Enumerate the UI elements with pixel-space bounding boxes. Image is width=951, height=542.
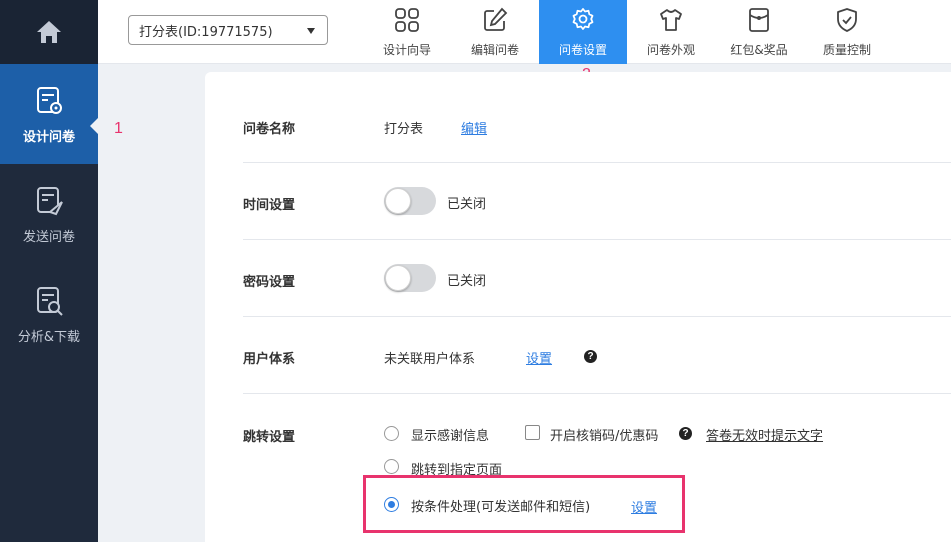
top-toolbar: 打分表(ID:19771575) 设计向导 编辑问卷 问卷设置 问卷外观 红包&…	[98, 0, 951, 64]
password-toggle[interactable]	[384, 264, 436, 292]
settings-panel: 问卷名称 打分表 编辑 时间设置 已关闭 密码设置 已关闭 用户体系 未关联用户…	[205, 72, 951, 542]
password-status: 已关闭	[447, 274, 487, 289]
analyze-download-icon	[37, 286, 63, 316]
tab-label: 问卷外观	[646, 43, 695, 57]
survey-name-value: 打分表	[384, 122, 424, 137]
home-icon	[37, 21, 61, 43]
grid-icon	[395, 8, 419, 32]
invalid-response-text-link[interactable]: 答卷无效时提示文字	[706, 425, 823, 444]
tab-label: 编辑问卷	[470, 43, 519, 57]
chevron-down-icon	[307, 28, 315, 34]
sidebar-item-analyze-download[interactable]: 分析&下载	[0, 264, 98, 364]
tab-red-packet-prize[interactable]: 红包&奖品	[715, 0, 803, 64]
toggle-knob	[385, 188, 411, 214]
tab-design-wizard[interactable]: 设计向导	[363, 0, 451, 64]
tab-label: 设计向导	[382, 43, 431, 57]
red-packet-icon	[749, 8, 769, 32]
gear-icon	[572, 8, 594, 30]
shield-icon	[837, 8, 857, 32]
user-system-settings-link[interactable]: 设置	[526, 348, 552, 367]
sidebar-item-label: 分析&下载	[17, 329, 81, 345]
survey-select-value: 打分表(ID:19771575)	[139, 24, 273, 40]
highlight-annotation-box	[363, 475, 685, 533]
radio-redirect-page[interactable]	[384, 459, 399, 474]
sidebar-item-design-survey[interactable]: 设计问卷	[0, 64, 98, 164]
shirt-icon	[660, 9, 682, 31]
time-status: 已关闭	[447, 197, 487, 212]
sidebar-item-label: 设计问卷	[22, 129, 75, 145]
sidebar-item-label: 发送问卷	[22, 229, 75, 245]
user-system-value: 未关联用户体系	[384, 352, 476, 367]
tab-survey-appearance[interactable]: 问卷外观	[627, 0, 715, 64]
row-label: 用户体系	[243, 352, 296, 367]
option-label: 显示感谢信息	[411, 429, 490, 444]
tab-label: 质量控制	[822, 43, 871, 57]
tab-label: 问卷设置	[558, 43, 607, 57]
checkbox-redeem-code[interactable]	[525, 425, 540, 440]
row-label: 时间设置	[243, 198, 296, 213]
design-survey-icon	[37, 86, 62, 114]
radio-show-thanks[interactable]	[384, 426, 399, 441]
settings-row-user-system: 用户体系 未关联用户体系 设置 ?	[243, 317, 951, 394]
settings-row-time: 时间设置 已关闭	[243, 163, 951, 240]
send-survey-icon	[37, 186, 63, 215]
help-icon[interactable]: ?	[584, 350, 597, 363]
toggle-knob	[385, 265, 411, 291]
home-button[interactable]	[0, 0, 98, 64]
settings-row-name: 问卷名称 打分表 编辑	[243, 86, 951, 163]
annotation-1: 1	[114, 120, 123, 137]
edit-icon	[484, 7, 508, 31]
settings-row-password: 密码设置 已关闭	[243, 240, 951, 317]
tab-edit-survey[interactable]: 编辑问卷	[451, 0, 539, 64]
sidebar-item-send-survey[interactable]: 发送问卷	[0, 164, 98, 264]
left-sidebar: 设计问卷 发送问卷 分析&下载	[0, 0, 98, 542]
survey-select[interactable]: 打分表(ID:19771575)	[128, 15, 328, 45]
tab-quality-control[interactable]: 质量控制	[803, 0, 891, 64]
time-toggle[interactable]	[384, 187, 436, 215]
row-label: 问卷名称	[243, 122, 296, 137]
tab-survey-settings[interactable]: 问卷设置	[539, 0, 627, 64]
checkbox-label: 开启核销码/优惠码	[550, 429, 659, 444]
help-icon[interactable]: ?	[679, 427, 692, 440]
row-label: 密码设置	[243, 275, 296, 290]
edit-name-link[interactable]: 编辑	[461, 118, 487, 137]
tab-label: 红包&奖品	[730, 43, 788, 57]
row-label: 跳转设置	[243, 430, 296, 445]
active-indicator	[90, 118, 98, 134]
